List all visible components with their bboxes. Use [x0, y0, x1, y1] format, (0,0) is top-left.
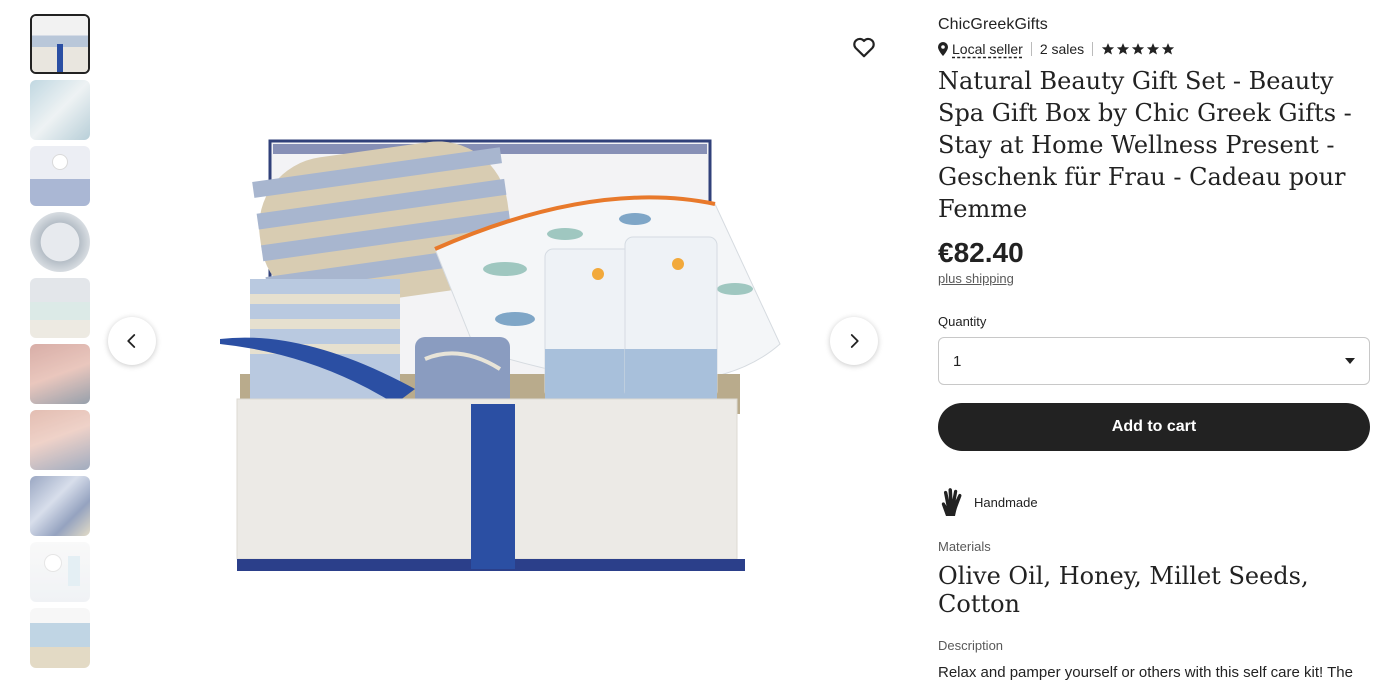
location-pin-icon	[938, 42, 948, 56]
star-icon	[1162, 43, 1175, 55]
sales-count: 2 sales	[1039, 41, 1085, 57]
star-icon	[1132, 43, 1145, 55]
quantity-value: 1	[953, 352, 962, 370]
thumbnail-5[interactable]	[30, 278, 90, 338]
chevron-left-icon	[127, 334, 136, 348]
thumbnail-7[interactable]	[30, 410, 90, 470]
thumbnail-9[interactable]	[30, 542, 90, 602]
quantity-select[interactable]: 1	[938, 337, 1370, 385]
thumbnail-6[interactable]	[30, 344, 90, 404]
listing-title: Natural Beauty Gift Set - Beauty Spa Gif…	[938, 67, 1352, 223]
star-rating	[1101, 42, 1175, 56]
divider	[1092, 42, 1094, 56]
add-to-cart-button[interactable]: Add to cart	[938, 403, 1370, 451]
listing-info-panel: ChicGreekGifts Local seller 2 sales Natu…	[938, 16, 1370, 681]
thumbnail-3[interactable]	[30, 146, 90, 206]
handmade-highlight: Handmade	[938, 487, 1370, 517]
thumbnail-strip	[30, 14, 90, 674]
thumbnail-2[interactable]	[30, 80, 90, 140]
heart-icon	[853, 37, 875, 58]
shipping-link[interactable]: plus shipping	[938, 271, 1014, 286]
shop-name-link[interactable]: ChicGreekGifts	[938, 16, 1370, 34]
caret-down-icon	[1345, 358, 1355, 364]
local-seller-link[interactable]: Local seller	[952, 41, 1023, 57]
chevron-right-icon	[850, 334, 859, 348]
handmade-label: Handmade	[974, 494, 1038, 510]
hand-icon	[941, 488, 962, 516]
star-icon	[1117, 43, 1130, 55]
previous-image-button[interactable]	[108, 317, 156, 365]
materials-label: Materials	[938, 539, 991, 554]
description-label: Description	[938, 638, 1004, 653]
star-icon	[1147, 43, 1160, 55]
materials-value: Olive Oil, Honey, Millet Seeds, Cotton	[938, 562, 1309, 618]
description-text: Relax and pamper yourself or others with…	[938, 664, 1353, 681]
thumbnail-1[interactable]	[30, 14, 90, 74]
quantity-label: Quantity	[938, 314, 987, 329]
main-image-gallery	[100, 14, 890, 674]
next-image-button[interactable]	[830, 317, 878, 365]
price: €82.40	[938, 237, 1024, 268]
favorite-button[interactable]	[851, 34, 877, 60]
shop-meta-row: Local seller 2 sales	[938, 39, 1370, 59]
thumbnail-4[interactable]	[30, 212, 90, 272]
thumbnail-10[interactable]	[30, 608, 90, 668]
thumbnail-8[interactable]	[30, 476, 90, 536]
product-photo	[215, 119, 785, 579]
divider	[1030, 42, 1032, 56]
star-icon	[1102, 43, 1115, 55]
